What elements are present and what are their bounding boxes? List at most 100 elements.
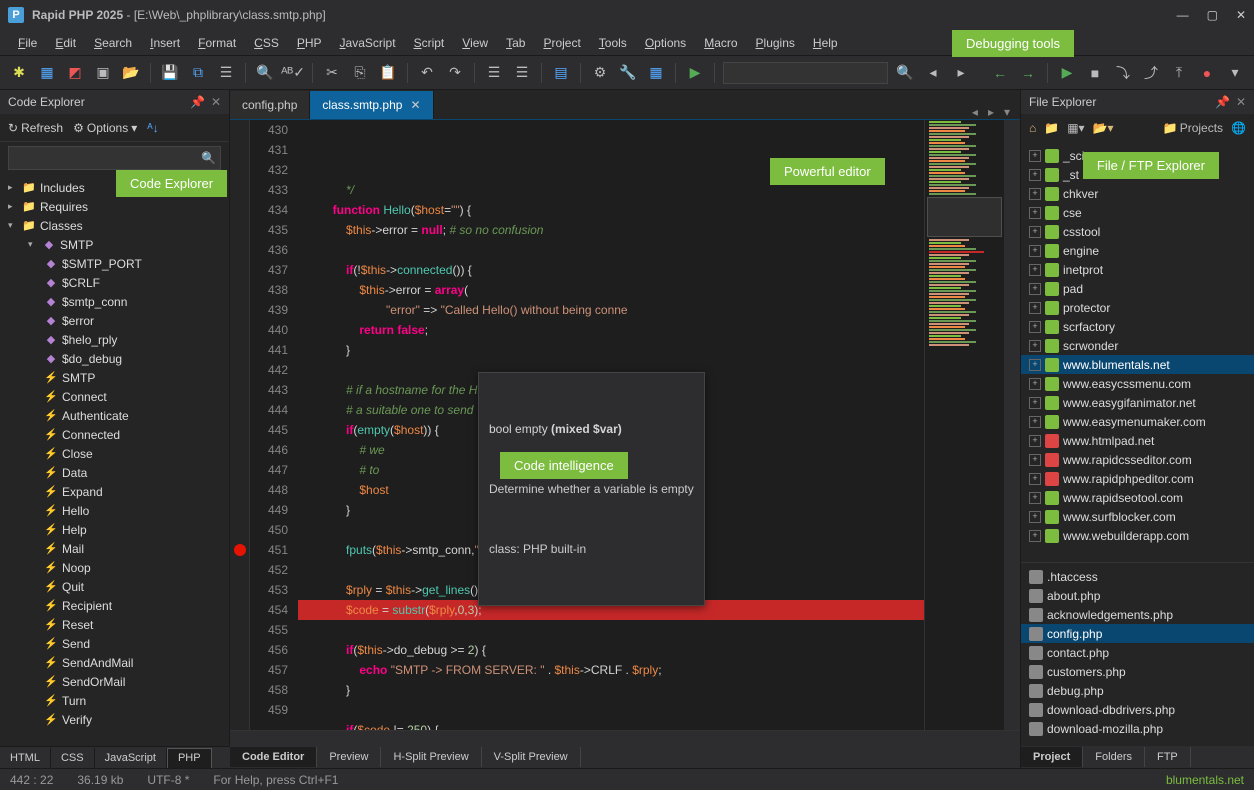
menu-script[interactable]: Script xyxy=(406,33,453,53)
member-smtp_port[interactable]: ◆$SMTP_PORT xyxy=(0,254,229,273)
new-css-icon[interactable]: ▦ xyxy=(36,62,58,84)
maximize-button[interactable]: ▢ xyxy=(1207,8,1218,22)
options-button[interactable]: ⚙ Options ▾ xyxy=(73,121,137,135)
lang-tab-css[interactable]: CSS xyxy=(51,748,95,768)
library-icon[interactable]: ▤ xyxy=(550,62,572,84)
sort-button[interactable]: ᴬ↓ xyxy=(147,121,158,135)
tab-prev-icon[interactable]: ◂ xyxy=(972,105,978,119)
project-pad[interactable]: +pad xyxy=(1021,279,1254,298)
member-connected[interactable]: ⚡Connected xyxy=(0,425,229,444)
member-do_debug[interactable]: ◆$do_debug xyxy=(0,349,229,368)
find-next-icon[interactable]: ▸ xyxy=(950,62,972,84)
project-www-surfblocker-com[interactable]: +www.surfblocker.com xyxy=(1021,507,1254,526)
member-hello[interactable]: ⚡Hello xyxy=(0,501,229,520)
new-html-icon[interactable]: ◩ xyxy=(64,62,86,84)
menu-format[interactable]: Format xyxy=(190,33,244,53)
new-file-icon[interactable]: ✱ xyxy=(8,62,30,84)
close-panel-icon[interactable]: ✕ xyxy=(211,95,221,109)
member-close[interactable]: ⚡Close xyxy=(0,444,229,463)
nav-back-icon[interactable]: ← xyxy=(989,62,1011,84)
lang-tab-php[interactable]: PHP xyxy=(167,748,212,768)
menu-plugins[interactable]: Plugins xyxy=(748,33,803,53)
binoculars-icon[interactable]: 🔍 xyxy=(894,62,916,84)
menu-file[interactable]: File xyxy=(10,33,45,53)
menu-php[interactable]: PHP xyxy=(289,33,330,53)
menu-javascript[interactable]: JavaScript xyxy=(332,33,404,53)
open-explorer-icon[interactable]: 📂▾ xyxy=(1093,121,1114,135)
file--htaccess[interactable]: .htaccess xyxy=(1021,567,1254,586)
file-acknowledgements-php[interactable]: acknowledgements.php xyxy=(1021,605,1254,624)
project-engine[interactable]: +engine xyxy=(1021,241,1254,260)
open-icon[interactable]: 📂 xyxy=(120,62,142,84)
debug-menu-icon[interactable]: ▾ xyxy=(1224,62,1246,84)
member-error[interactable]: ◆$error xyxy=(0,311,229,330)
home-icon[interactable]: ⌂ xyxy=(1029,121,1036,135)
tool1-icon[interactable]: ⚙ xyxy=(589,62,611,84)
minimize-button[interactable]: — xyxy=(1177,8,1189,22)
new-js-icon[interactable]: ▣ xyxy=(92,62,114,84)
editor-tab-preview[interactable]: Preview xyxy=(317,747,381,767)
fold-gutter[interactable] xyxy=(230,120,250,730)
step-into-icon[interactable]: ⤴ xyxy=(1140,62,1162,84)
member-expand[interactable]: ⚡Expand xyxy=(0,482,229,501)
tool3-icon[interactable]: ▦ xyxy=(645,62,667,84)
editor-tab-h-split-preview[interactable]: H-Split Preview xyxy=(381,747,481,767)
project-chkver[interactable]: +chkver xyxy=(1021,184,1254,203)
code-editor[interactable]: bool empty (mixed $var) Determine whethe… xyxy=(298,120,924,730)
project-protector[interactable]: +protector xyxy=(1021,298,1254,317)
member-noop[interactable]: ⚡Noop xyxy=(0,558,229,577)
undo-icon[interactable]: ↶ xyxy=(416,62,438,84)
code-explorer-search[interactable]: 🔍 xyxy=(8,146,221,170)
project-www-easygifanimator-net[interactable]: +www.easygifanimator.net xyxy=(1021,393,1254,412)
menu-css[interactable]: CSS xyxy=(246,33,287,53)
search-icon[interactable]: 🔍 xyxy=(201,151,216,165)
preview-icon[interactable]: ▶ xyxy=(684,62,706,84)
find-prev-icon[interactable]: ◂ xyxy=(922,62,944,84)
tab-list-icon[interactable]: ▾ xyxy=(1004,105,1010,119)
project-www-easymenumaker-com[interactable]: +www.easymenumaker.com xyxy=(1021,412,1254,431)
classes-folder[interactable]: ▾📁Classes xyxy=(0,216,229,235)
paste-icon[interactable]: 📋 xyxy=(377,62,399,84)
project-www-blumentals-net[interactable]: +www.blumentals.net xyxy=(1021,355,1254,374)
menu-macro[interactable]: Macro xyxy=(696,33,745,53)
close-tab-icon[interactable]: ✕ xyxy=(410,98,420,112)
folder-requires[interactable]: ▸📁Requires xyxy=(0,197,229,216)
stop-icon[interactable]: ■ xyxy=(1084,62,1106,84)
menu-insert[interactable]: Insert xyxy=(142,33,188,53)
pin-icon[interactable]: 📌 xyxy=(190,95,205,109)
menu-help[interactable]: Help xyxy=(805,33,846,53)
file-download-dbdrivers-php[interactable]: download-dbdrivers.php xyxy=(1021,700,1254,719)
file-customers-php[interactable]: customers.php xyxy=(1021,662,1254,681)
minimap[interactable] xyxy=(924,120,1004,730)
new-folder-icon[interactable]: 📁 xyxy=(1044,121,1059,135)
project-www-rapidphpeditor-com[interactable]: +www.rapidphpeditor.com xyxy=(1021,469,1254,488)
project-www-rapidseotool-com[interactable]: +www.rapidseotool.com xyxy=(1021,488,1254,507)
pin-icon[interactable]: 📌 xyxy=(1215,95,1230,109)
menu-search[interactable]: Search xyxy=(86,33,140,53)
member-recipient[interactable]: ⚡Recipient xyxy=(0,596,229,615)
file-contact-php[interactable]: contact.php xyxy=(1021,643,1254,662)
project-scrwonder[interactable]: +scrwonder xyxy=(1021,336,1254,355)
fe-tab-project[interactable]: Project xyxy=(1021,747,1083,767)
tool2-icon[interactable]: 🔧 xyxy=(617,62,639,84)
file-download-mozilla-php[interactable]: download-mozilla.php xyxy=(1021,719,1254,738)
menu-tools[interactable]: Tools xyxy=(591,33,635,53)
project-scrfactory[interactable]: +scrfactory xyxy=(1021,317,1254,336)
run-icon[interactable]: ▶ xyxy=(1056,62,1078,84)
member-send[interactable]: ⚡Send xyxy=(0,634,229,653)
horizontal-scrollbar[interactable] xyxy=(230,730,1020,746)
outdent-icon[interactable]: ☰ xyxy=(511,62,533,84)
file-config-php[interactable]: config.php xyxy=(1021,624,1254,643)
file-debug-php[interactable]: debug.php xyxy=(1021,681,1254,700)
save-icon[interactable]: 💾 xyxy=(159,62,181,84)
fe-tab-folders[interactable]: Folders xyxy=(1083,747,1145,767)
vertical-scrollbar[interactable] xyxy=(1004,120,1020,730)
member-help[interactable]: ⚡Help xyxy=(0,520,229,539)
globe-icon[interactable]: 🌐 xyxy=(1231,121,1246,135)
member-authenticate[interactable]: ⚡Authenticate xyxy=(0,406,229,425)
fe-tab-ftp[interactable]: FTP xyxy=(1145,747,1191,767)
tab-config-php[interactable]: config.php xyxy=(230,91,310,119)
menu-view[interactable]: View xyxy=(454,33,496,53)
menu-options[interactable]: Options xyxy=(637,33,694,53)
member-connect[interactable]: ⚡Connect xyxy=(0,387,229,406)
